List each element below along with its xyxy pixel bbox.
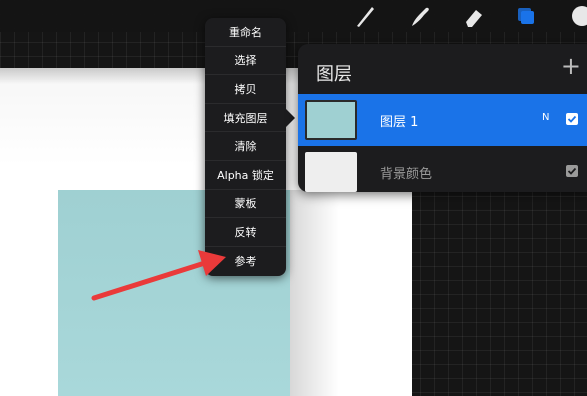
panel-title: 图层 [316,64,352,85]
check-icon [567,115,577,123]
canvas-gradient [290,190,412,396]
menu-item-copy[interactable]: 拷贝 [205,75,286,104]
smudge-icon[interactable] [404,2,434,30]
layer-options-menu: 重命名 选择 拷贝 填充图层 清除 Alpha 锁定 蒙板 反转 参考 [205,18,286,276]
visibility-checkbox[interactable] [566,165,578,177]
menu-item-rename[interactable]: 重命名 [205,18,286,47]
menu-item-mask[interactable]: 蒙板 [205,190,286,219]
top-toolbar [0,0,587,32]
add-layer-button[interactable]: + [561,54,581,78]
check-icon [567,167,577,175]
layers-icon[interactable] [512,2,542,30]
layer-name: 背景颜色 [380,167,433,182]
layers-panel: 图层 + 图层 1 N 背景颜色 [298,44,587,192]
menu-item-select[interactable]: 选择 [205,47,286,76]
menu-item-alpha-lock[interactable]: Alpha 锁定 [205,161,286,190]
menu-item-fill-layer[interactable]: 填充图层 [205,104,286,133]
eraser-icon[interactable] [458,2,488,30]
menu-item-invert[interactable]: 反转 [205,218,286,247]
visibility-checkbox[interactable] [566,113,578,125]
background-thumbnail[interactable] [305,152,357,192]
layer-row-layer-1[interactable]: 图层 1 N [298,94,587,146]
blend-mode-button[interactable]: N [542,112,549,123]
layer-name: 图层 1 [380,115,419,130]
menu-item-clear[interactable]: 清除 [205,132,286,161]
menu-item-reference[interactable]: 参考 [205,247,286,276]
color-icon[interactable] [568,2,587,30]
layer-row-background-color[interactable]: 背景颜色 [298,146,587,198]
brush-icon[interactable] [350,2,380,30]
layer-thumbnail[interactable] [305,100,357,140]
menu-pointer [285,108,295,128]
